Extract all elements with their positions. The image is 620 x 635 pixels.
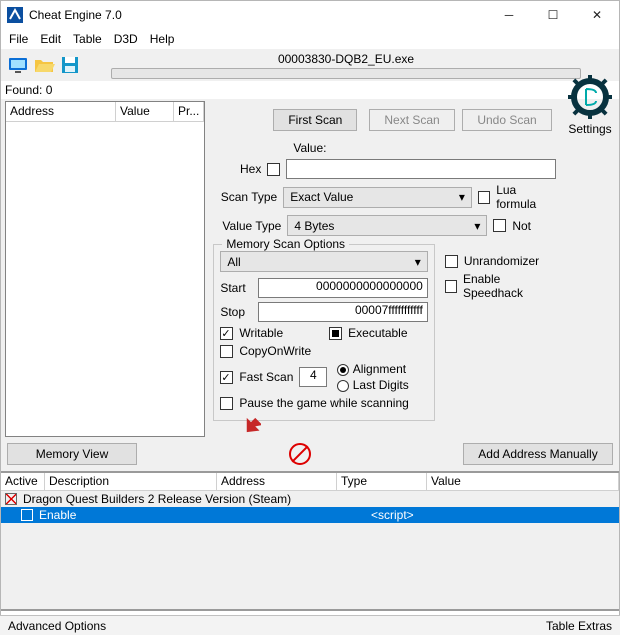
minimize-button[interactable]: ─	[487, 1, 531, 29]
add-to-list-arrow-icon[interactable]	[241, 415, 261, 438]
table-row[interactable]: Enable <script>	[1, 507, 619, 523]
scan-type-label: Scan Type	[213, 190, 277, 204]
titlebar: Cheat Engine 7.0 ─ ☐ ✕	[1, 1, 619, 29]
hex-checkbox[interactable]	[267, 163, 280, 176]
statusbar: Advanced Options Table Extras	[0, 615, 620, 635]
col-value[interactable]: Value	[427, 473, 619, 490]
pause-label: Pause the game while scanning	[239, 396, 408, 410]
menu-d3d[interactable]: D3D	[114, 32, 138, 46]
chevron-down-icon: ▾	[415, 255, 421, 269]
col-description[interactable]: Description	[45, 473, 217, 490]
advanced-options-button[interactable]: Advanced Options	[8, 619, 106, 633]
speedhack-label: Enable Speedhack	[463, 272, 556, 300]
scan-progress	[111, 68, 581, 79]
fast-scan-value[interactable]: 4	[299, 367, 327, 387]
process-bar: 00003830-DQB2_EU.exe	[111, 52, 581, 79]
row-description: Dragon Quest Builders 2 Release Version …	[23, 492, 291, 506]
window-title: Cheat Engine 7.0	[29, 8, 487, 22]
stop-label: Stop	[220, 305, 252, 319]
unrandomizer-checkbox[interactable]	[445, 255, 458, 268]
save-icon[interactable]	[59, 54, 81, 76]
results-header: Address Value Pr...	[6, 102, 204, 122]
row-type: <script>	[371, 508, 414, 522]
memory-region-combo[interactable]: All ▾	[220, 251, 427, 272]
start-label: Start	[220, 281, 252, 295]
start-input[interactable]: 0000000000000000	[258, 278, 427, 298]
results-col-previous[interactable]: Pr...	[174, 102, 204, 121]
toolbar: 00003830-DQB2_EU.exe	[1, 49, 619, 81]
mid-button-row: Memory View Add Address Manually	[1, 439, 619, 469]
add-address-manually-button[interactable]: Add Address Manually	[463, 443, 613, 465]
value-input[interactable]	[286, 159, 555, 179]
close-button[interactable]: ✕	[575, 1, 619, 29]
pause-checkbox[interactable]	[220, 397, 233, 410]
process-name: 00003830-DQB2_EU.exe	[111, 52, 581, 66]
cheat-table[interactable]: Active Description Address Type Value Dr…	[1, 471, 619, 611]
menu-edit[interactable]: Edit	[40, 32, 61, 46]
table-extras-button[interactable]: Table Extras	[546, 619, 612, 633]
undo-scan-button: Undo Scan	[462, 109, 551, 131]
speedhack-checkbox[interactable]	[445, 280, 457, 293]
menu-help[interactable]: Help	[150, 32, 175, 46]
no-icon[interactable]	[289, 443, 311, 465]
copyonwrite-checkbox[interactable]	[220, 345, 233, 358]
writable-label: Writable	[239, 326, 283, 340]
scan-type-value: Exact Value	[290, 190, 353, 204]
menu-file[interactable]: File	[9, 32, 28, 46]
memory-view-button[interactable]: Memory View	[7, 443, 137, 465]
not-label: Not	[512, 219, 531, 233]
value-type-value: 4 Bytes	[294, 219, 334, 233]
value-label: Value:	[293, 141, 326, 155]
memory-scan-legend: Memory Scan Options	[222, 237, 349, 251]
active-checkbox[interactable]	[5, 493, 17, 505]
scan-controls: First Scan Next Scan Undo Scan Value: He…	[205, 99, 619, 439]
lua-formula-checkbox[interactable]	[478, 191, 490, 204]
copyonwrite-label: CopyOnWrite	[239, 344, 311, 358]
first-scan-button[interactable]: First Scan	[273, 109, 357, 131]
col-type[interactable]: Type	[337, 473, 427, 490]
chevron-down-icon: ▾	[474, 219, 480, 233]
fast-scan-label: Fast Scan	[239, 370, 293, 384]
hex-label: Hex	[213, 162, 261, 176]
table-row[interactable]: Dragon Quest Builders 2 Release Version …	[1, 491, 619, 507]
col-active[interactable]: Active	[1, 473, 45, 490]
value-type-label: Value Type	[213, 219, 281, 233]
last-digits-label: Last Digits	[353, 378, 409, 392]
cheat-table-header: Active Description Address Type Value	[1, 473, 619, 491]
stop-input[interactable]: 00007fffffffffff	[258, 302, 427, 322]
memory-region-value: All	[227, 255, 240, 269]
found-count: Found: 0	[1, 81, 619, 99]
open-file-icon[interactable]	[33, 54, 55, 76]
results-col-address[interactable]: Address	[6, 102, 116, 121]
select-process-icon[interactable]	[7, 54, 29, 76]
executable-checkbox[interactable]	[329, 327, 342, 340]
last-digits-radio[interactable]	[337, 380, 349, 392]
writable-checkbox[interactable]	[220, 327, 233, 340]
value-type-combo[interactable]: 4 Bytes ▾	[287, 215, 487, 236]
maximize-button[interactable]: ☐	[531, 1, 575, 29]
col-address[interactable]: Address	[217, 473, 337, 490]
scan-area: Address Value Pr... First Scan Next Scan…	[1, 99, 619, 439]
window-controls: ─ ☐ ✕	[487, 1, 619, 29]
scan-type-combo[interactable]: Exact Value ▾	[283, 187, 472, 208]
lua-formula-label: Lua formula	[496, 183, 556, 211]
next-scan-button: Next Scan	[369, 109, 454, 131]
menubar: File Edit Table D3D Help	[1, 29, 619, 49]
executable-label: Executable	[348, 326, 407, 340]
not-checkbox[interactable]	[493, 219, 506, 232]
results-col-value[interactable]: Value	[116, 102, 174, 121]
active-checkbox[interactable]	[21, 509, 33, 521]
menu-table[interactable]: Table	[73, 32, 102, 46]
row-description: Enable	[39, 508, 239, 522]
results-list[interactable]: Address Value Pr...	[5, 101, 205, 437]
alignment-label: Alignment	[353, 362, 406, 376]
app-icon	[7, 7, 23, 23]
unrandomizer-label: Unrandomizer	[464, 254, 539, 268]
chevron-down-icon: ▾	[459, 190, 465, 204]
alignment-radio[interactable]	[337, 364, 349, 376]
fast-scan-checkbox[interactable]	[220, 371, 233, 384]
memory-scan-group: Memory Scan Options All ▾ Start 00000000…	[213, 244, 434, 421]
